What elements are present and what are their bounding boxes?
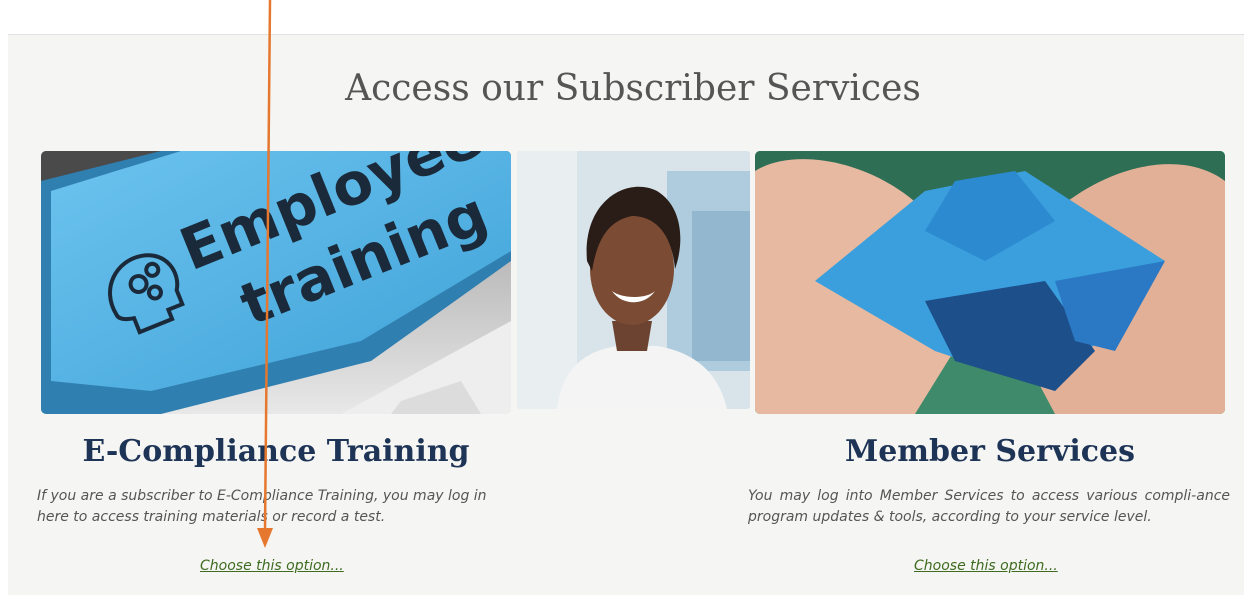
member-choose-option-link[interactable]: Choose this option... [914,558,1058,574]
section-heading: Access our Subscriber Services [345,68,921,109]
e-compliance-training-title: E-Compliance Training [82,434,470,469]
member-services-title: Member Services [845,434,1135,469]
person-photo [517,151,750,409]
training-choose-option-link[interactable]: Choose this option... [200,558,344,574]
employee-training-image: Employee training [41,151,511,414]
member-services-description: You may log into Member Services to acce… [748,488,1230,525]
puzzle-hands-image [755,151,1225,414]
e-compliance-training-description: If you are a subscriber to E-Compliance … [37,488,487,525]
